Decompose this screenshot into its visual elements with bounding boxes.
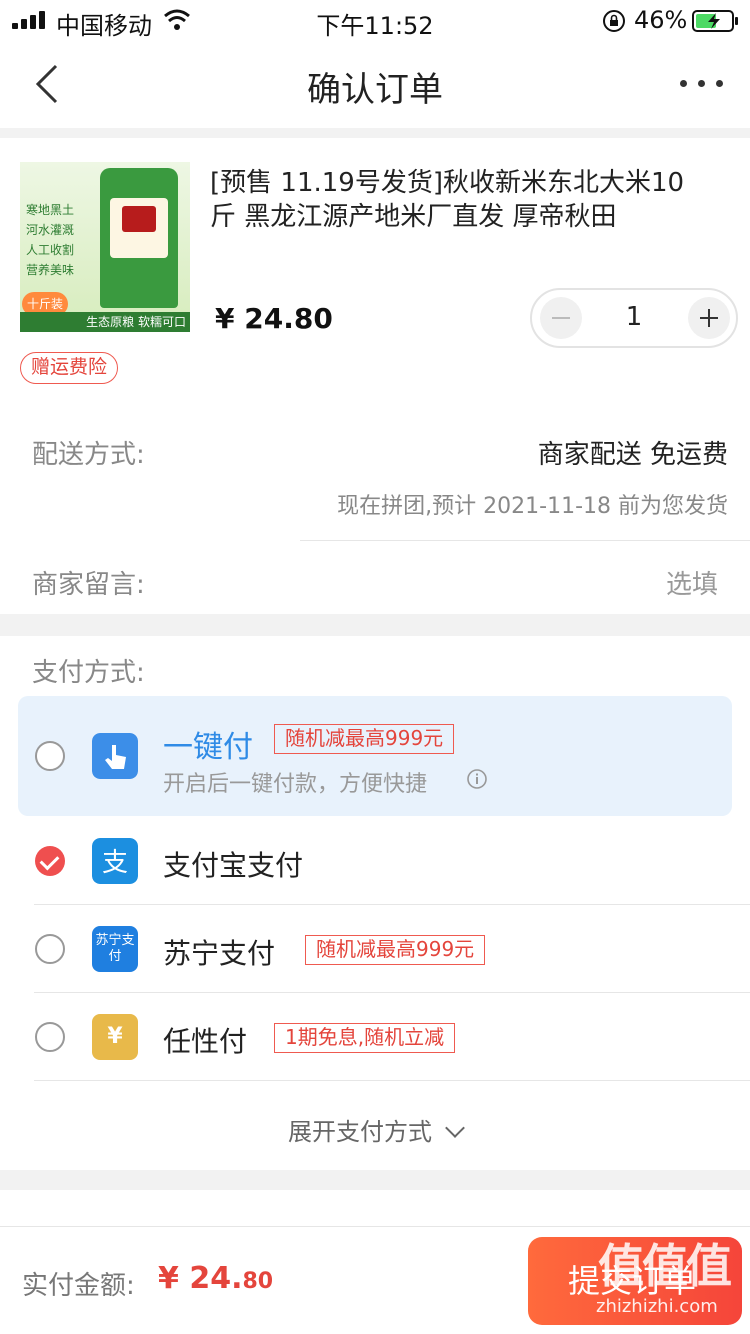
suning-pay-label[interactable]: 苏宁支付 [163,932,275,972]
divider [34,904,750,905]
payment-section-title: 支付方式: [32,658,145,688]
suning-pay-promo: 随机减最高999元 [305,935,486,965]
decrease-button[interactable] [540,297,582,339]
delivery-method-value: 商家配送 免运费 [537,440,728,470]
status-bar: 中国移动 下午11:52 46% [0,0,750,40]
page-title: 确认订单 [307,70,443,110]
renxingfu-icon: ¥ [92,1014,138,1060]
svg-text:支: 支 [102,848,128,878]
payment-section: 支付方式: 一键付 随机减最高999元 开启后一键付款，方便快捷 支 支付宝支付… [0,636,750,1170]
total-amount: ¥ 24.80 [158,1261,274,1296]
quantity-value[interactable]: 1 [592,302,676,332]
divider [300,540,750,541]
product-image-slogan: 生态原粮 软糯可口 [20,312,190,332]
shipping-insurance-badge: 赠运费险 [20,352,119,384]
product-card: 寒地黑土 河水灌溉 人工收割 营养美味 十斤装 生态原粮 软糯可口 [预售 11… [0,138,750,402]
rice-bag-graphic [100,168,178,308]
renxingfu-promo: 1期免息,随机立减 [274,1023,456,1053]
rotation-lock-icon [603,10,625,32]
merchant-message-input[interactable]: 选填 [666,564,718,601]
radio-renxingfu[interactable] [35,1022,65,1052]
delivery-section: 配送方式: 商家配送 免运费 现在拼团,预计 2021-11-18 前为您发货 … [0,402,750,614]
divider [34,1080,750,1081]
one-click-label: 一键付 [163,730,253,765]
expand-payment-label: 展开支付方式 [288,1118,432,1146]
chevron-down-icon [445,1118,465,1138]
total-label: 实付金额: [22,1271,135,1301]
radio-suning-pay[interactable] [35,934,65,964]
product-image[interactable]: 寒地黑土 河水灌溉 人工收割 营养美味 十斤装 生态原粮 软糯可口 [20,162,190,332]
one-click-promo: 随机减最高999元 [274,724,455,754]
radio-alipay[interactable] [35,846,65,876]
delivery-estimate: 现在拼团,预计 2021-11-18 前为您发货 [337,494,728,519]
suning-pay-icon: 苏宁支付 [92,926,138,972]
one-click-description: 开启后一键付款，方便快捷 [163,772,428,797]
product-price: ¥ 24.80 [215,302,333,335]
info-icon[interactable] [466,768,488,790]
watermark-logo: 值值值 [598,1239,732,1293]
watermark-text: zhizhizhi.com [596,1296,718,1317]
product-name[interactable]: [预售 11.19号发货]秋收新米东北大米10斤 黑龙江源产地米厂直发 厚帝秋田 [210,166,710,234]
alipay-icon: 支 [92,838,138,884]
more-icon[interactable] [680,80,724,88]
increase-button[interactable] [688,297,730,339]
divider [34,992,750,993]
product-image-side-text: 寒地黑土 河水灌溉 人工收割 营养美味 [26,203,75,277]
delivery-method-label: 配送方式: [32,440,145,470]
merchant-message-label: 商家留言: [32,570,145,600]
nav-bar: 确认订单 [0,40,750,128]
renxingfu-label[interactable]: 任性付 [163,1020,247,1060]
battery-percent: 46% [634,6,688,34]
radio-one-click[interactable] [35,741,65,771]
hand-tap-icon [92,733,138,779]
quantity-stepper: 1 [530,288,738,348]
expand-payment-methods[interactable]: 展开支付方式 [0,1112,750,1147]
alipay-label[interactable]: 支付宝支付 [163,844,303,884]
battery-charging-icon [692,10,738,32]
